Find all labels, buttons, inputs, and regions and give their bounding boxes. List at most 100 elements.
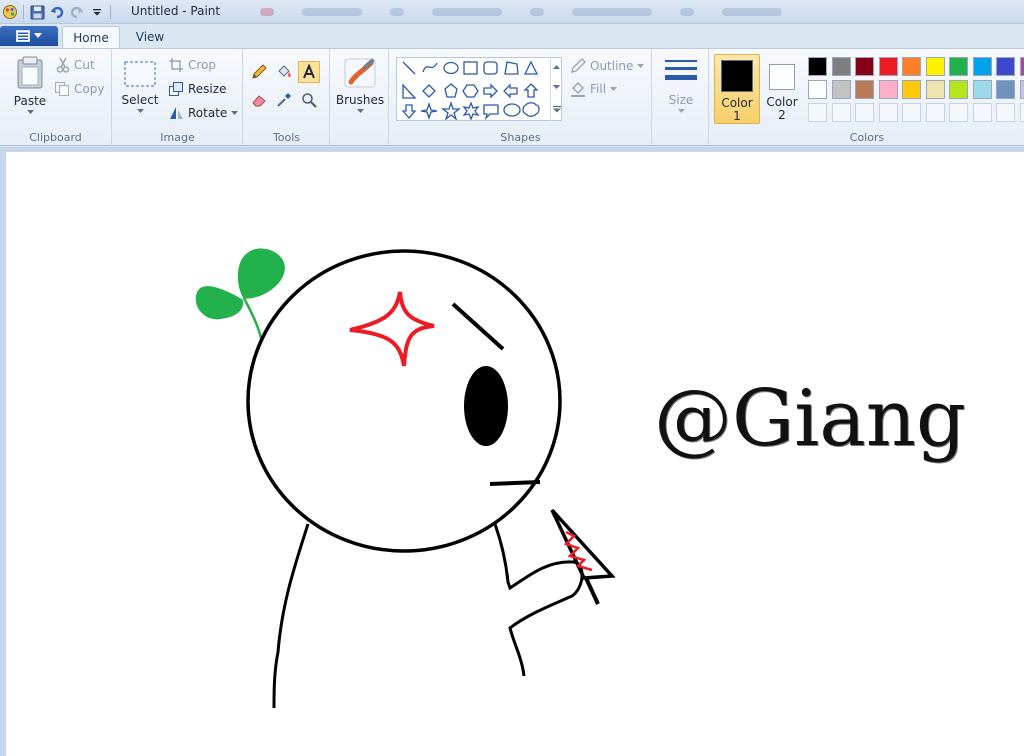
canvas-area: @Giang (0, 147, 1024, 756)
tab-view[interactable]: View (124, 26, 176, 48)
custom-color-slot[interactable] (878, 103, 898, 122)
color1-button[interactable]: Color 1 (714, 54, 760, 124)
palette-swatch[interactable] (949, 57, 968, 76)
custom-color-slot[interactable] (831, 103, 851, 122)
palette-swatch[interactable] (902, 57, 921, 76)
palette-swatch[interactable] (1019, 80, 1024, 99)
custom-color-slot[interactable] (808, 103, 827, 122)
palette-swatch[interactable] (996, 80, 1015, 99)
palette-swatch[interactable] (808, 57, 827, 76)
drawing-canvas[interactable]: @Giang (6, 152, 1024, 756)
resize-button[interactable]: Resize (168, 81, 226, 97)
palette-swatch[interactable] (831, 57, 851, 76)
save-icon[interactable] (27, 2, 47, 22)
ribbon-tab-row: Home View (0, 24, 1024, 48)
palette-swatch[interactable] (831, 80, 851, 99)
four-point-star-shape-icon (420, 101, 438, 121)
ribbon: Paste Cut Copy Clipboard Select Crop Res… (0, 48, 1024, 147)
palette-swatch[interactable] (925, 57, 945, 76)
chevron-down-icon (356, 109, 364, 113)
rounded-callout-shape-icon (483, 104, 499, 121)
custom-color-slot[interactable] (972, 103, 992, 122)
palette-swatch[interactable] (878, 57, 898, 76)
line-size-icon (665, 60, 697, 80)
custom-color-slot[interactable] (855, 103, 874, 122)
rounded-rectangle-shape-icon (483, 61, 498, 75)
color-picker-tool[interactable] (273, 89, 295, 111)
rotate-button[interactable]: Rotate (168, 105, 239, 121)
size-label: Size (668, 93, 694, 107)
palette-swatch[interactable] (808, 80, 827, 99)
brushes-button[interactable]: Brushes (335, 57, 385, 121)
quick-access-toolbar (0, 2, 114, 22)
custom-color-slot[interactable] (925, 103, 945, 122)
scissors-icon (56, 57, 70, 73)
oval-shape-icon (443, 61, 459, 75)
custom-color-slot[interactable] (949, 103, 968, 122)
text-icon (303, 64, 315, 79)
crop-icon (169, 58, 183, 72)
tools-grid (248, 61, 323, 111)
brushes-label: Brushes (335, 93, 385, 107)
redo-icon[interactable] (67, 2, 87, 22)
paste-label: Paste (13, 94, 47, 108)
up-arrow-shape-icon (523, 83, 539, 98)
custom-color-slot[interactable] (996, 103, 1015, 122)
shapes-gallery[interactable] (396, 57, 562, 121)
outline-button[interactable]: Outline (570, 58, 645, 74)
title-bar: Untitled - Paint (0, 0, 1024, 24)
chevron-down-icon (136, 109, 144, 113)
palette-swatch[interactable] (972, 57, 992, 76)
custom-color-slot[interactable] (1019, 103, 1024, 122)
gallery-expand-icon (552, 106, 561, 113)
custom-color-slot[interactable] (902, 103, 921, 122)
magnifier-icon (302, 93, 317, 108)
crop-button[interactable]: Crop (168, 57, 216, 73)
brushes-group: Brushes (331, 49, 389, 147)
select-button[interactable]: Select (120, 59, 160, 121)
paste-button[interactable]: Paste (8, 55, 52, 121)
customize-qat-icon[interactable] (87, 2, 107, 22)
clipboard-icon (17, 56, 43, 89)
image-group: Select Crop Resize Rotate Image (113, 49, 243, 147)
eyedropper-icon (277, 93, 291, 107)
palette-swatch[interactable] (855, 80, 874, 99)
palette-swatch[interactable] (878, 80, 898, 99)
undo-icon[interactable] (47, 2, 67, 22)
tab-home[interactable]: Home (62, 26, 120, 48)
magnifier-tool[interactable] (298, 89, 320, 111)
text-tool[interactable] (298, 61, 320, 83)
shapes-gallery-scroll[interactable] (550, 57, 562, 121)
palette-swatch[interactable] (925, 80, 945, 99)
fill-bucket-icon (571, 82, 585, 97)
pencil-tool[interactable] (248, 61, 270, 83)
palette-swatch[interactable] (972, 80, 992, 99)
color2-button[interactable]: Color 2 (763, 54, 801, 124)
copy-label: Copy (74, 82, 105, 96)
paint-menu-button[interactable] (0, 26, 58, 46)
eye-drawing (464, 366, 508, 446)
pencil-icon (252, 64, 267, 79)
palette-swatch[interactable] (855, 57, 874, 76)
scroll-up-icon (553, 64, 560, 69)
chevron-down-icon (26, 110, 34, 114)
palette-swatch[interactable] (949, 80, 968, 99)
size-button[interactable]: Size (661, 57, 701, 121)
six-point-star-shape-icon (462, 101, 480, 121)
fill-button[interactable]: Fill (570, 81, 618, 97)
cloud-callout-shape-icon (522, 102, 540, 117)
right-triangle-shape-icon (402, 83, 417, 99)
paint-app-icon[interactable] (0, 2, 20, 22)
palette-swatch[interactable] (1019, 57, 1024, 76)
diamond-shape-icon (422, 84, 436, 98)
eraser-tool[interactable] (248, 89, 270, 111)
down-arrow-shape-icon (401, 104, 417, 119)
qat-separator (110, 5, 111, 19)
palette-swatch[interactable] (996, 57, 1015, 76)
copy-button[interactable]: Copy (54, 81, 104, 97)
cut-button[interactable]: Cut (56, 57, 95, 73)
palette-swatch[interactable] (902, 80, 921, 99)
paint-bucket-icon (278, 65, 291, 77)
eyebrow-drawing (451, 302, 505, 351)
fill-tool[interactable] (273, 61, 295, 83)
